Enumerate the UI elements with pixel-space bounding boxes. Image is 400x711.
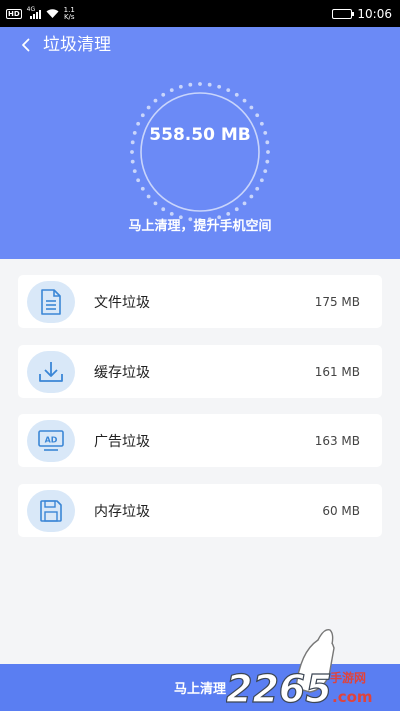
status-right: 10:06	[332, 7, 392, 21]
ring-dot	[146, 105, 151, 110]
list-item-label: 广告垃圾	[94, 433, 150, 450]
ring-dot	[249, 105, 254, 110]
list-item-size: 163 MB	[314, 433, 360, 448]
ring-dot	[130, 159, 135, 164]
ring-dot	[178, 84, 183, 89]
ring-dot	[265, 159, 270, 164]
list-item-memory-junk[interactable]: 内存垃圾 60 MB	[18, 484, 382, 537]
ring-dot	[161, 207, 166, 212]
list-item-file-junk[interactable]: 文件垃圾 175 MB	[18, 275, 382, 328]
list-item-size: 161 MB	[314, 364, 360, 379]
ring-dot	[140, 186, 145, 191]
chevron-left-icon	[22, 38, 30, 52]
list-item-size: 60 MB	[322, 503, 360, 518]
ring-dot	[207, 82, 212, 87]
status-time: 10:06	[357, 6, 392, 21]
svg-text:AD: AD	[45, 435, 58, 444]
ring-dot	[188, 82, 193, 87]
status-bar: HD 4G 1.1 K/s 10:06	[0, 0, 400, 27]
ring-dot	[130, 150, 134, 154]
back-button[interactable]	[14, 33, 38, 57]
ring-dot	[242, 98, 247, 103]
status-left: HD 4G 1.1 K/s	[6, 6, 75, 21]
ring-dot	[198, 82, 202, 86]
header-subtitle: 马上清理，提升手机空间	[128, 219, 272, 234]
list-item-label: 文件垃圾	[94, 294, 150, 311]
download-icon	[27, 350, 75, 393]
ring-dot	[226, 88, 231, 93]
battery-icon	[332, 8, 355, 19]
ad-monitor-icon: AD	[27, 419, 75, 462]
list-item-label: 内存垃圾	[94, 503, 150, 520]
ring-dot	[242, 201, 247, 206]
save-disk-icon	[27, 489, 75, 532]
list-item-ad-junk[interactable]: AD 广告垃圾 163 MB	[18, 414, 382, 467]
ring-dot	[169, 88, 174, 93]
ring-dot	[234, 207, 239, 212]
cellular-signal-icon: 4G	[27, 6, 41, 19]
ring-dot	[259, 178, 264, 183]
list-item-cache-junk[interactable]: 缓存垃圾 161 MB	[18, 345, 382, 398]
progress-ring	[130, 82, 270, 222]
ring-dot	[217, 84, 222, 89]
list-item-label: 缓存垃圾	[94, 364, 150, 381]
ring-dot	[266, 150, 270, 154]
ring-dot	[249, 194, 254, 199]
hd-badge: HD	[6, 8, 22, 19]
ring-dot	[153, 98, 158, 103]
wifi-icon	[46, 8, 59, 18]
ring-dot	[146, 194, 151, 199]
clean-now-button[interactable]: 马上清理	[0, 664, 400, 711]
ring-dot	[132, 169, 137, 174]
network-speed: 1.1 K/s	[63, 6, 75, 21]
ring-dot	[255, 113, 260, 118]
page-title: 垃圾清理	[43, 35, 111, 55]
document-icon	[27, 280, 75, 323]
ring-dot	[263, 169, 268, 174]
list-item-size: 175 MB	[314, 294, 360, 309]
network-speed-unit: K/s	[63, 12, 75, 21]
ring-dot	[255, 186, 260, 191]
ring-dot	[140, 113, 145, 118]
ring-dot	[136, 178, 141, 183]
header: 垃圾清理 558.50 MB 马上清理，提升手机空间	[0, 27, 400, 259]
ring-dot	[161, 92, 166, 97]
ring-dot	[234, 92, 239, 97]
total-junk-size: 558.50 MB	[149, 125, 251, 145]
ring-dot	[153, 201, 158, 206]
